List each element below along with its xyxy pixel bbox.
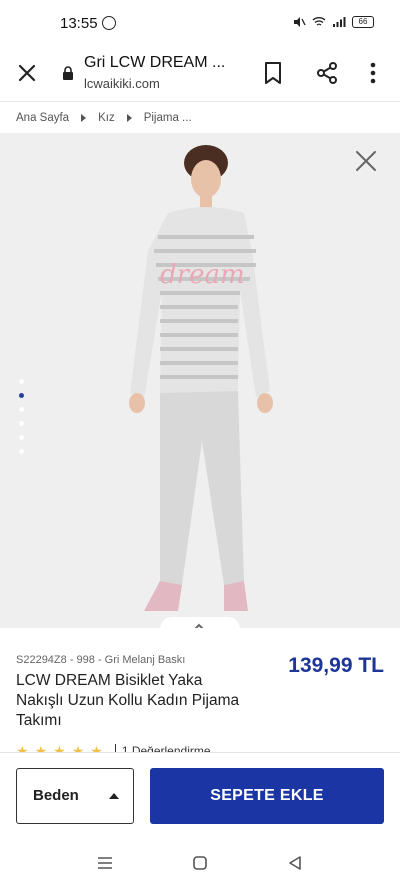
product-name: LCW DREAM Bisiklet Yaka Nakışlı Uzun Kol…	[16, 672, 240, 729]
recents-icon[interactable]	[96, 854, 114, 872]
back-icon[interactable]	[286, 854, 304, 872]
whatsapp-icon	[102, 16, 116, 30]
star-icon: ★	[90, 744, 103, 752]
chevron-right-icon	[126, 114, 132, 122]
lock-icon	[63, 66, 73, 80]
add-to-cart-button[interactable]: SEPETE EKLE	[150, 768, 384, 824]
product-rating[interactable]: ★ ★ ★ ★ ★ 1 Değerlendirme	[16, 744, 211, 752]
bookmark-icon[interactable]	[262, 61, 284, 85]
gallery-dot[interactable]	[19, 379, 24, 384]
breadcrumb-item-pajama[interactable]: Pijama ...	[144, 112, 192, 124]
breadcrumb: Ana Sayfa Kız Pijama ...	[0, 103, 400, 133]
star-icon: ★	[34, 744, 48, 752]
chevron-right-icon	[81, 114, 87, 122]
status-icons: 66	[292, 16, 374, 28]
status-time: 13:55	[60, 15, 98, 32]
page-url[interactable]: lcwaikiki.com	[84, 76, 160, 91]
product-price: 139,99 TL	[288, 654, 384, 677]
status-bar: 13:55 66	[0, 0, 400, 46]
gallery-dot[interactable]	[19, 435, 24, 440]
rating-count[interactable]: 1 Değerlendirme	[122, 744, 211, 752]
close-icon[interactable]	[354, 149, 378, 173]
star-icon: ★	[16, 744, 29, 752]
battery-icon: 66	[352, 16, 374, 28]
gallery-dot[interactable]	[19, 421, 24, 426]
caret-up-icon	[109, 793, 119, 799]
wifi-icon	[312, 17, 326, 26]
home-icon[interactable]	[191, 854, 209, 872]
breadcrumb-item-home[interactable]: Ana Sayfa	[16, 112, 69, 124]
product-sku: S22294Z8 - 998 - Gri Melanj Baskı	[16, 654, 186, 666]
collapse-toggle[interactable]	[160, 617, 240, 628]
star-icon: ★	[71, 744, 85, 752]
gallery-dot[interactable]	[19, 407, 24, 412]
size-select[interactable]: Beden	[16, 768, 134, 824]
action-bar: Beden SEPETE EKLE	[0, 752, 400, 838]
more-vert-icon[interactable]	[364, 60, 382, 86]
gallery-dot-active[interactable]	[19, 393, 24, 398]
page-title: Gri LCW DREAM ...	[84, 54, 226, 71]
system-nav-bar	[0, 838, 400, 888]
gallery-dot[interactable]	[19, 449, 24, 454]
gallery-pagination	[19, 379, 24, 454]
product-photo[interactable]: dream	[120, 141, 280, 611]
mute-icon	[294, 17, 306, 27]
close-icon[interactable]	[16, 62, 38, 84]
divider	[114, 744, 116, 752]
breadcrumb-item-girl[interactable]: Kız	[98, 112, 115, 124]
product-info: S22294Z8 - 998 - Gri Melanj Baskı 139,99…	[0, 628, 400, 752]
signal-icon	[333, 17, 346, 27]
star-icon: ★	[53, 744, 66, 752]
graphic-print: dream	[160, 260, 245, 290]
share-icon[interactable]	[315, 61, 339, 85]
product-image-gallery[interactable]: dream	[0, 133, 400, 628]
browser-header: Gri LCW DREAM ... lcwaikiki.com	[0, 46, 400, 102]
size-select-label: Beden	[33, 787, 79, 804]
